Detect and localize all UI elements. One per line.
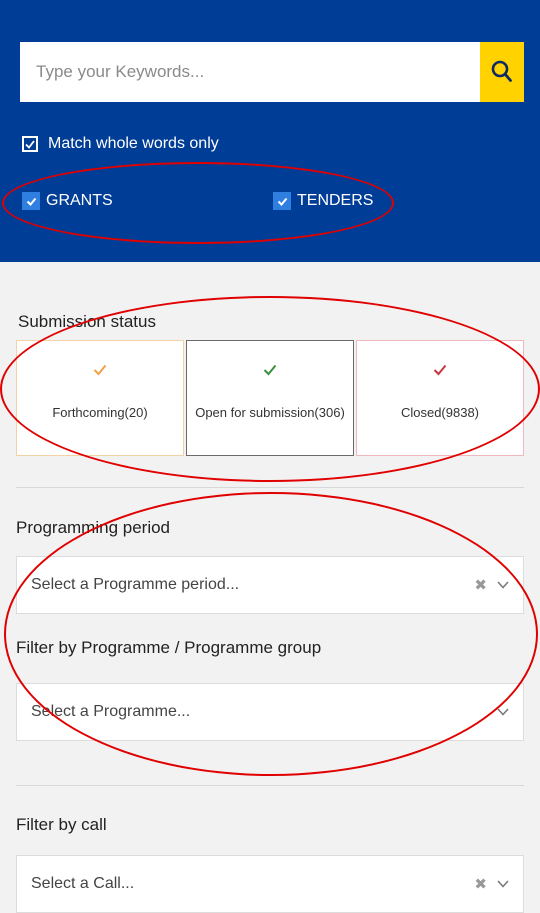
annotation-ellipse xyxy=(0,296,540,482)
divider xyxy=(16,785,524,786)
checkmark-icon xyxy=(25,139,35,149)
search-button[interactable] xyxy=(480,42,524,102)
checkbox-box xyxy=(22,136,38,152)
chevron-down-icon[interactable] xyxy=(497,708,511,716)
match-whole-words-checkbox[interactable]: Match whole words only xyxy=(22,135,219,153)
search-icon xyxy=(491,60,512,82)
search-placeholder: Type your Keywords... xyxy=(36,62,205,81)
clear-icon[interactable]: ✖ xyxy=(474,875,487,893)
annotation-ellipse xyxy=(2,162,394,244)
chevron-down-icon[interactable] xyxy=(497,880,511,888)
call-placeholder: Select a Call... xyxy=(31,875,135,892)
divider xyxy=(16,487,524,488)
keyword-search-input[interactable]: Type your Keywords... xyxy=(20,42,480,102)
annotation-ellipse xyxy=(4,492,538,776)
match-whole-words-label: Match whole words only xyxy=(48,135,219,152)
call-select[interactable]: Select a Call... ✖ xyxy=(16,855,524,913)
call-filter-title: Filter by call xyxy=(16,815,107,834)
